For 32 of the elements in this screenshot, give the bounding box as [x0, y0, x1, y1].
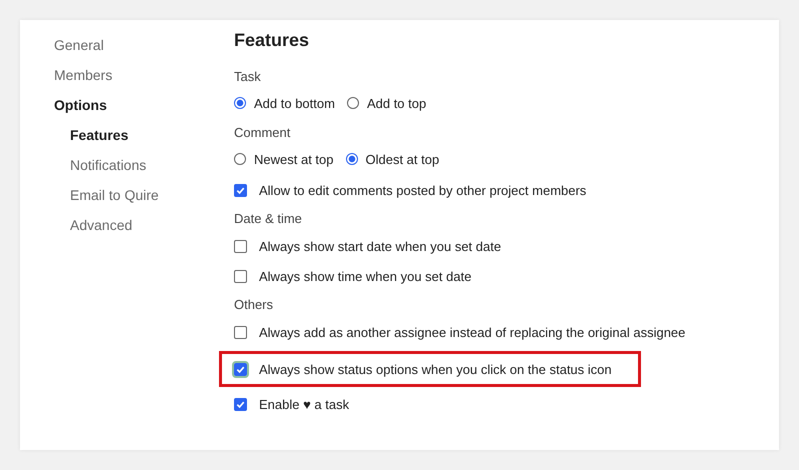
radio-button[interactable] [346, 97, 359, 109]
checkbox[interactable] [234, 326, 247, 338]
radio-label: Newest at top [254, 152, 334, 166]
radio-label: Add to top [366, 96, 426, 110]
radio-button[interactable] [346, 153, 358, 165]
radio-button[interactable] [234, 153, 246, 165]
checkbox[interactable] [234, 270, 247, 282]
checkbox-label: Enable ♥ a task [259, 396, 350, 412]
checkbox[interactable] [234, 398, 247, 410]
checkbox-label: Always show start date when you set date [259, 238, 502, 254]
page-title: Features [234, 30, 310, 52]
section-title: Task [234, 68, 262, 86]
sidebar-item[interactable]: Email to Quire [70, 180, 159, 210]
section-title: Comment [234, 124, 292, 142]
checkbox-label: Always show time when you set date [259, 268, 472, 284]
section-title: Others [234, 296, 274, 314]
radio-label: Oldest at top [366, 152, 440, 166]
checkbox-label: Always add as another assignee instead of replacing the original assignee [259, 324, 686, 340]
sidebar-item[interactable]: Advanced [70, 210, 132, 240]
sidebar-item[interactable]: Notifications [70, 150, 146, 180]
checkbox-label: Allow to edit comments posted by other project members [259, 182, 586, 198]
radio-button[interactable] [234, 97, 246, 109]
section-title: Date & time [234, 210, 303, 228]
sidebar-item[interactable]: General [54, 30, 104, 60]
sidebar-item[interactable]: Options [54, 90, 107, 120]
sidebar-item[interactable]: Features [70, 120, 128, 150]
checkbox-label: Always show status options when you click on the status icon [259, 362, 612, 376]
checkbox[interactable] [234, 184, 247, 196]
checkbox[interactable] [234, 362, 247, 376]
radio-label: Add to bottom [254, 96, 335, 110]
sidebar-item[interactable]: Members [54, 60, 112, 90]
checkbox[interactable] [234, 240, 247, 252]
